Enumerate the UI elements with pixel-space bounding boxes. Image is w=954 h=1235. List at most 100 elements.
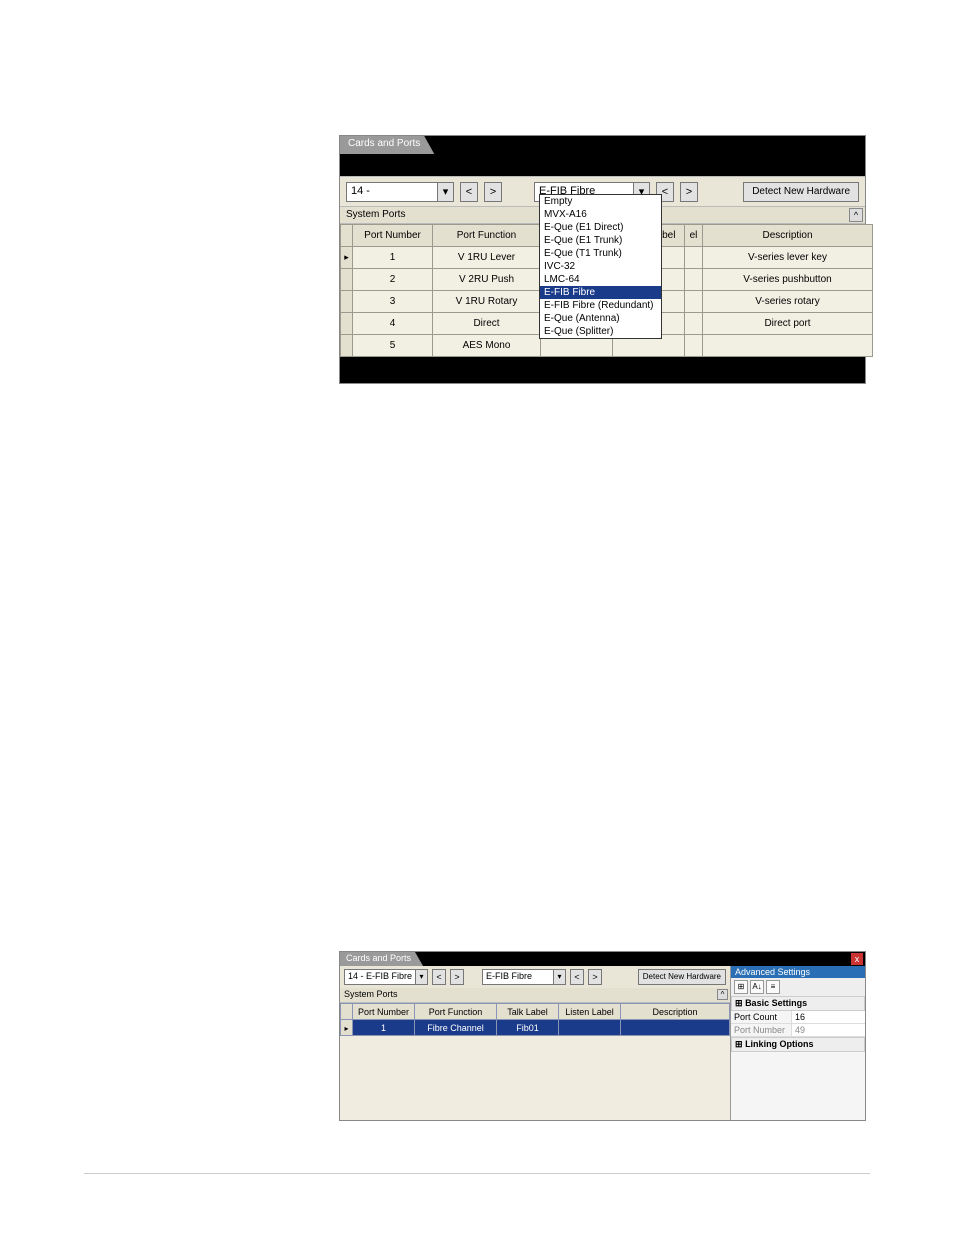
col-port-number[interactable]: Port Number (353, 225, 433, 247)
window-titlebar: Cards and Ports x (340, 952, 865, 966)
slot-next-button[interactable]: > (450, 969, 464, 985)
cell-description[interactable]: V-series pushbutton (703, 269, 873, 291)
cell-description[interactable]: V-series lever key (703, 247, 873, 269)
detect-new-hardware-button[interactable]: Detect New Hardware (743, 182, 859, 202)
prop-row-port-count[interactable]: Port Count 16 (731, 1011, 865, 1024)
dropdown-item[interactable]: E-Que (E1 Trunk) (540, 234, 661, 247)
scroll-up-button[interactable]: ^ (849, 208, 863, 222)
cell-port-function[interactable]: Direct (433, 313, 541, 335)
dropdown-item[interactable]: E-Que (Antenna) (540, 312, 661, 325)
cell-alt[interactable] (685, 291, 703, 313)
card-type-dropdown-list[interactable]: Empty MVX-A16 E-Que (E1 Direct) E-Que (E… (539, 194, 662, 339)
prop-key: Port Count (731, 1011, 791, 1023)
property-grid: ⊞ Basic Settings Port Count 16 Port Numb… (731, 996, 865, 1052)
row-marker-header (341, 1004, 353, 1020)
col-port-number[interactable]: Port Number (353, 1004, 415, 1020)
cards-and-ports-tab[interactable]: Cards and Ports (340, 136, 434, 154)
row-marker-header (341, 225, 353, 247)
cell-description[interactable]: Direct port (703, 313, 873, 335)
cell-description[interactable] (621, 1020, 730, 1036)
row-marker-icon (341, 247, 353, 269)
cell-description[interactable] (703, 335, 873, 357)
dropdown-item[interactable]: LMC-64 (540, 273, 661, 286)
expand-icon[interactable]: ⊞ (735, 998, 743, 1008)
scroll-up-button[interactable]: ^ (717, 989, 728, 1000)
basic-settings-section[interactable]: ⊞ Basic Settings (731, 996, 865, 1011)
dropdown-item[interactable]: MVX-A16 (540, 208, 661, 221)
basic-settings-label: Basic Settings (745, 998, 807, 1008)
cell-alt[interactable] (685, 247, 703, 269)
dropdown-item[interactable]: Empty (540, 195, 661, 208)
cell-description[interactable]: V-series rotary (703, 291, 873, 313)
ports-grid: Port Number Port Function Talk Label Lis… (340, 1002, 730, 1120)
slot-prev-button[interactable]: < (460, 182, 478, 202)
slot-next-button[interactable]: > (484, 182, 502, 202)
close-icon[interactable]: x (851, 953, 863, 965)
prop-key: Port Number (731, 1024, 791, 1036)
col-listen-label[interactable]: Listen Label (559, 1004, 621, 1020)
slot-select-combo[interactable]: 14 - ▾ (346, 182, 454, 202)
dropdown-item-highlighted[interactable]: E-FIB Fibre (540, 286, 661, 299)
grid-header-row: Port Number Port Function Talk Label Lis… (341, 1004, 730, 1020)
chevron-down-icon[interactable]: ▾ (415, 970, 427, 984)
col-port-function[interactable]: Port Function (433, 225, 541, 247)
property-pages-icon[interactable]: ≡ (766, 980, 780, 994)
card-next-button[interactable]: > (680, 182, 698, 202)
prop-value[interactable]: 16 (791, 1011, 865, 1023)
chevron-down-icon[interactable]: ▾ (437, 183, 453, 201)
row-marker-icon (341, 291, 353, 313)
left-panel: 14 - E-FIB Fibre ▾ < > E-FIB Fibre ▾ < >… (340, 966, 730, 1120)
cards-and-ports-window-dropdown-open: Cards and Ports 14 - ▾ < > E-FIB Fibre ▾… (339, 135, 866, 384)
system-ports-label: System Ports ^ (340, 988, 730, 1002)
detect-new-hardware-button[interactable]: Detect New Hardware (638, 969, 726, 985)
cell-port-function[interactable]: V 1RU Lever (433, 247, 541, 269)
cell-listen-label[interactable] (559, 1020, 621, 1036)
cell-talk-label[interactable]: Fib01 (497, 1020, 559, 1036)
col-description[interactable]: Description (703, 225, 873, 247)
cell-port-function[interactable]: Fibre Channel (415, 1020, 497, 1036)
advanced-settings-header: Advanced Settings (731, 966, 865, 978)
prop-value: 49 (791, 1024, 865, 1036)
cell-port-number[interactable]: 5 (353, 335, 433, 357)
sort-az-icon[interactable]: A↓ (750, 980, 764, 994)
advanced-settings-panel: Advanced Settings ⊞ A↓ ≡ ⊞ Basic Setting… (730, 966, 865, 1120)
cell-port-number[interactable]: 1 (353, 1020, 415, 1036)
cards-and-ports-tab[interactable]: Cards and Ports (340, 952, 423, 966)
table-row-selected[interactable]: 1 Fibre Channel Fib01 (341, 1020, 730, 1036)
cell-port-function[interactable]: V 1RU Rotary (433, 291, 541, 313)
dropdown-item[interactable]: E-FIB Fibre (Redundant) (540, 299, 661, 312)
row-marker-icon (341, 269, 353, 291)
card-prev-button[interactable]: < (570, 969, 584, 985)
col-description[interactable]: Description (621, 1004, 730, 1020)
linking-options-section[interactable]: ⊞ Linking Options (731, 1037, 865, 1052)
card-next-button[interactable]: > (588, 969, 602, 985)
dropdown-item[interactable]: E-Que (T1 Trunk) (540, 247, 661, 260)
cell-port-number[interactable]: 2 (353, 269, 433, 291)
cards-ports-toolbar: 14 - E-FIB Fibre ▾ < > E-FIB Fibre ▾ < >… (340, 966, 730, 988)
cell-port-function[interactable]: V 2RU Push (433, 269, 541, 291)
property-toolbar: ⊞ A↓ ≡ (731, 978, 865, 996)
cell-port-number[interactable]: 4 (353, 313, 433, 335)
cell-port-function[interactable]: AES Mono (433, 335, 541, 357)
prop-row-port-number: Port Number 49 (731, 1024, 865, 1037)
system-ports-text: System Ports (344, 989, 398, 999)
cell-port-number[interactable]: 1 (353, 247, 433, 269)
cell-alt[interactable] (685, 269, 703, 291)
cell-alt[interactable] (685, 335, 703, 357)
system-ports-text: System Ports (346, 209, 405, 220)
slot-prev-button[interactable]: < (432, 969, 446, 985)
expand-icon[interactable]: ⊞ (735, 1039, 743, 1049)
chevron-down-icon[interactable]: ▾ (553, 970, 565, 984)
col-alt[interactable]: el (685, 225, 703, 247)
cell-alt[interactable] (685, 313, 703, 335)
slot-select-combo[interactable]: 14 - E-FIB Fibre ▾ (344, 969, 428, 985)
dropdown-item[interactable]: E-Que (Splitter) (540, 325, 661, 338)
cards-and-ports-window-configured: Cards and Ports x 14 - E-FIB Fibre ▾ < >… (339, 951, 866, 1121)
categorize-icon[interactable]: ⊞ (734, 980, 748, 994)
dropdown-item[interactable]: IVC-32 (540, 260, 661, 273)
col-talk-label[interactable]: Talk Label (497, 1004, 559, 1020)
card-type-combo[interactable]: E-FIB Fibre ▾ (482, 969, 566, 985)
dropdown-item[interactable]: E-Que (E1 Direct) (540, 221, 661, 234)
cell-port-number[interactable]: 3 (353, 291, 433, 313)
col-port-function[interactable]: Port Function (415, 1004, 497, 1020)
